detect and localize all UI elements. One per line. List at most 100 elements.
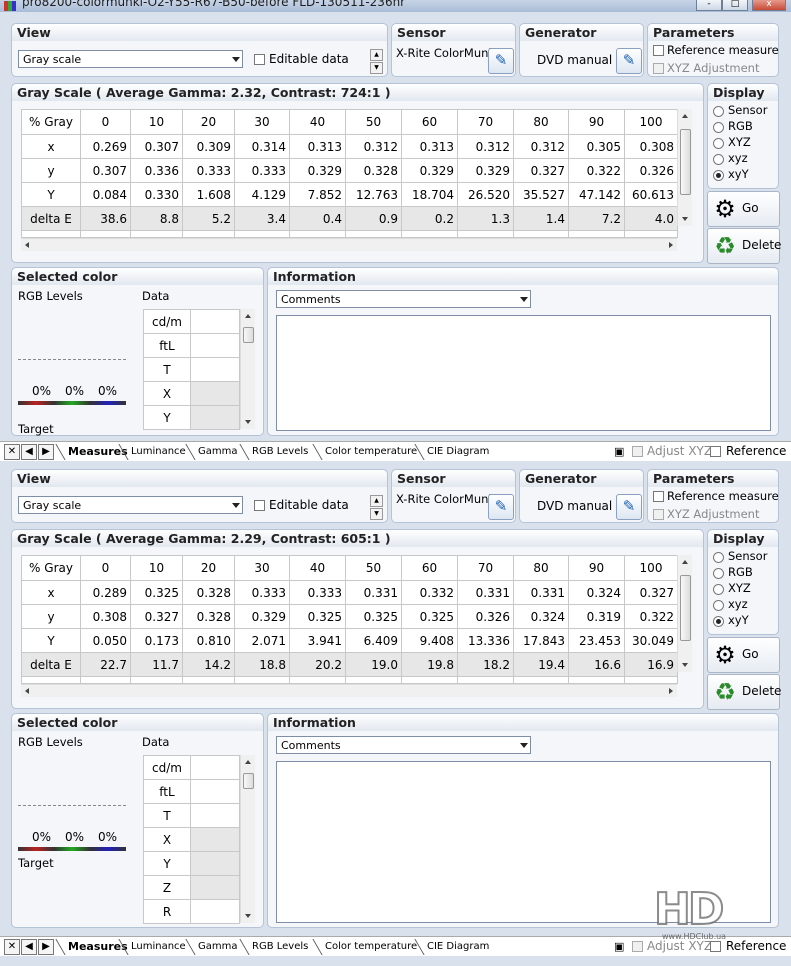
data-vscrollbar[interactable] xyxy=(240,309,255,429)
row-header[interactable]: delta E xyxy=(21,206,81,231)
table-cell[interactable]: 16.9 xyxy=(624,652,678,677)
display-radio-sensor[interactable] xyxy=(713,552,724,563)
table-cell[interactable]: 0.331 xyxy=(513,580,569,605)
adjust-xyz-checkbox[interactable] xyxy=(632,941,643,952)
table-cell[interactable]: 11.7 xyxy=(130,652,183,677)
editable-data-checkbox[interactable] xyxy=(254,54,265,65)
close-tab-icon[interactable]: ✕ xyxy=(4,939,20,955)
data-vscrollbar[interactable] xyxy=(240,755,255,923)
scroll-left-icon[interactable] xyxy=(25,688,29,694)
table-cell[interactable]: 0.313 xyxy=(289,134,346,159)
spin-down-icon[interactable]: ▼ xyxy=(370,62,383,74)
column-header[interactable]: 10 xyxy=(130,109,183,135)
table-cell[interactable]: 4.0 xyxy=(624,206,678,231)
tab-luminance[interactable]: Luminance xyxy=(125,939,192,955)
generator-config-button[interactable]: ✎ xyxy=(616,48,642,74)
table-cell[interactable]: 0.313 xyxy=(401,134,458,159)
table-cell[interactable]: 20.2 xyxy=(289,652,346,677)
column-header[interactable]: 100 xyxy=(624,109,678,135)
display-radio-xyz[interactable] xyxy=(713,138,724,149)
display-radio-rgb[interactable] xyxy=(713,568,724,579)
scroll-left-icon[interactable] xyxy=(25,242,29,248)
generator-config-button[interactable]: ✎ xyxy=(616,494,642,520)
column-header[interactable]: 90 xyxy=(568,109,625,135)
spin-down-icon[interactable]: ▼ xyxy=(370,508,383,520)
table-cell[interactable]: 0.333 xyxy=(289,580,346,605)
table-cell[interactable]: 0.333 xyxy=(234,580,290,605)
table-cell[interactable]: 0.312 xyxy=(345,134,402,159)
tab-color-temperature[interactable]: Color temperature xyxy=(319,939,423,955)
column-header[interactable]: 30 xyxy=(234,109,290,135)
row-header[interactable]: delta E xyxy=(21,652,81,677)
table-cell[interactable]: 0.9 xyxy=(345,206,402,231)
tab-gamma[interactable]: Gamma xyxy=(192,939,244,955)
table-cell[interactable]: 38.6 xyxy=(80,206,131,231)
scroll-down-icon[interactable] xyxy=(245,420,251,424)
table-cell[interactable]: 0.4 xyxy=(289,206,346,231)
row-header[interactable]: x xyxy=(21,134,81,159)
column-header[interactable]: 90 xyxy=(568,555,625,581)
table-cell[interactable]: 0.307 xyxy=(130,134,183,159)
column-header[interactable]: 60 xyxy=(401,109,458,135)
table-cell[interactable]: 30.049 xyxy=(624,628,678,653)
table-cell[interactable]: 0.331 xyxy=(345,580,402,605)
table-cell[interactable]: 0.332 xyxy=(401,580,458,605)
table-cell[interactable]: 14.2 xyxy=(182,652,235,677)
row-header[interactable]: y xyxy=(21,604,81,629)
scroll-thumb[interactable] xyxy=(243,327,254,343)
table-cell[interactable]: 35.527 xyxy=(513,182,569,207)
table-cell[interactable]: 1.3 xyxy=(457,206,514,231)
table-cell[interactable]: 23.453 xyxy=(568,628,625,653)
display-radio-xyz[interactable] xyxy=(713,600,724,611)
scroll-down-icon[interactable] xyxy=(682,663,688,667)
scroll-up-icon[interactable] xyxy=(245,314,251,318)
tab-prev-icon[interactable]: ◀ xyxy=(21,939,37,955)
view-dropdown[interactable]: Gray scale xyxy=(18,496,243,514)
table-cell[interactable]: 19.4 xyxy=(513,652,569,677)
table-cell[interactable]: 0.328 xyxy=(182,604,235,629)
column-header[interactable]: 60 xyxy=(401,555,458,581)
tab-rgb-levels[interactable]: RGB Levels xyxy=(246,939,314,955)
sensor-config-button[interactable]: ✎ xyxy=(488,494,514,520)
table-cell[interactable]: 0.329 xyxy=(401,158,458,183)
table-cell[interactable]: 26.520 xyxy=(457,182,514,207)
table-cell[interactable]: 0.312 xyxy=(457,134,514,159)
table-cell[interactable]: 0.308 xyxy=(624,134,678,159)
table-cell[interactable]: 5.2 xyxy=(182,206,235,231)
table-cell[interactable]: 0.326 xyxy=(457,604,514,629)
table-cell[interactable]: 0.314 xyxy=(234,134,290,159)
row-header[interactable]: Y xyxy=(21,628,81,653)
scroll-right-icon[interactable] xyxy=(669,688,673,694)
column-header[interactable]: 70 xyxy=(457,555,514,581)
column-header[interactable]: 0 xyxy=(80,555,131,581)
table-cell[interactable]: 0.309 xyxy=(182,134,235,159)
grayscale-vscrollbar[interactable] xyxy=(677,109,692,226)
table-cell[interactable]: 0.322 xyxy=(624,604,678,629)
column-header[interactable]: 80 xyxy=(513,555,569,581)
table-cell[interactable]: 17.843 xyxy=(513,628,569,653)
reference-measure-checkbox[interactable] xyxy=(653,45,664,56)
table-cell[interactable]: 0.810 xyxy=(182,628,235,653)
table-cell[interactable]: 0.173 xyxy=(130,628,183,653)
table-cell[interactable]: 0.050 xyxy=(80,628,131,653)
grayscale-hscrollbar[interactable] xyxy=(21,238,677,251)
table-cell[interactable]: 18.8 xyxy=(234,652,290,677)
delete-button[interactable]: ♻ Delete xyxy=(707,674,781,710)
go-button[interactable]: ⚙ Go xyxy=(707,637,780,673)
scroll-thumb[interactable] xyxy=(680,129,691,195)
tab-cie-diagram[interactable]: CIE Diagram xyxy=(421,939,495,955)
display-radio-xyy[interactable] xyxy=(713,170,724,181)
grayscale-vscrollbar[interactable] xyxy=(677,555,692,672)
reference-measure-checkbox[interactable] xyxy=(653,491,664,502)
table-cell[interactable]: 0.269 xyxy=(80,134,131,159)
tab-next-icon[interactable]: ▶ xyxy=(38,939,54,955)
view-spinner[interactable]: ▲ ▼ xyxy=(370,49,383,74)
table-cell[interactable]: 9.408 xyxy=(401,628,458,653)
column-header[interactable]: 0 xyxy=(80,109,131,135)
table-cell[interactable]: 0.308 xyxy=(80,604,131,629)
column-header[interactable]: 40 xyxy=(289,109,346,135)
row-header[interactable]: y xyxy=(21,158,81,183)
comments-textarea[interactable] xyxy=(276,315,771,431)
editable-data-checkbox[interactable] xyxy=(254,500,265,511)
table-cell[interactable]: 0.329 xyxy=(234,604,290,629)
